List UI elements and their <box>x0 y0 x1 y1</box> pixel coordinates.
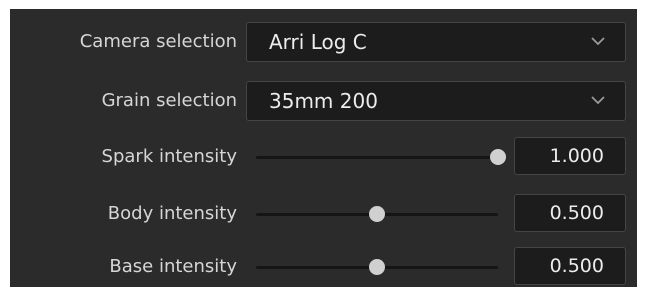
spark-intensity-value-field[interactable]: 1.000 <box>514 137 626 175</box>
grain-settings-panel: Camera selection Arri Log C Grain select… <box>10 9 637 287</box>
camera-selection-row: Camera selection Arri Log C <box>10 22 637 62</box>
body-intensity-slider-handle[interactable] <box>369 206 385 222</box>
spark-intensity-label: Spark intensity <box>101 146 237 167</box>
grain-selection-value: 35mm 200 <box>269 89 378 113</box>
body-intensity-value-field[interactable]: 0.500 <box>514 194 626 232</box>
spark-intensity-slider-track[interactable] <box>256 156 498 159</box>
chevron-down-icon <box>591 37 605 46</box>
camera-selection-value: Arri Log C <box>269 30 367 54</box>
base-intensity-slider-handle[interactable] <box>369 259 385 275</box>
base-intensity-value-field[interactable]: 0.500 <box>514 247 626 285</box>
spark-intensity-slider-handle[interactable] <box>490 149 506 165</box>
grain-selection-label: Grain selection <box>101 90 237 111</box>
chevron-down-icon <box>591 96 605 105</box>
camera-selection-label: Camera selection <box>79 31 237 52</box>
base-intensity-row: Base intensity 0.500 <box>10 247 637 287</box>
body-intensity-row: Body intensity 0.500 <box>10 194 637 234</box>
base-intensity-label: Base intensity <box>109 256 237 277</box>
grain-selection-dropdown[interactable]: 35mm 200 <box>246 81 626 121</box>
spark-intensity-row: Spark intensity 1.000 <box>10 137 637 177</box>
grain-selection-row: Grain selection 35mm 200 <box>10 81 637 121</box>
camera-selection-dropdown[interactable]: Arri Log C <box>246 22 626 62</box>
body-intensity-label: Body intensity <box>107 203 237 224</box>
